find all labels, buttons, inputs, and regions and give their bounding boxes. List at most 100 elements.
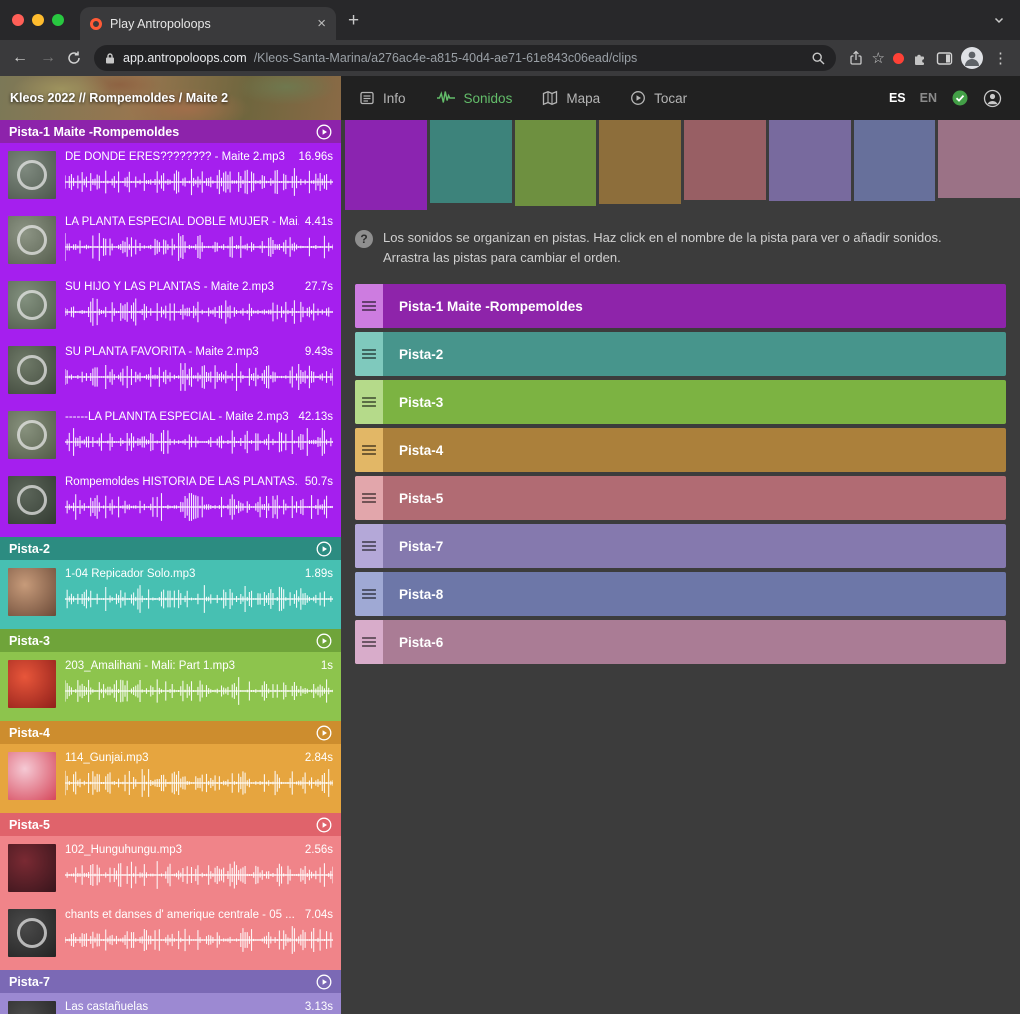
- close-window-button[interactable]: [12, 14, 24, 26]
- track-header[interactable]: Pista-1 Maite -Rompemoldes: [0, 120, 341, 143]
- clip-item[interactable]: chants et danses d' amerique centrale - …: [0, 901, 341, 966]
- tab-sonidos[interactable]: Sonidos: [436, 90, 513, 106]
- clip-item[interactable]: LA PLANTA ESPECIAL DOBLE MUJER - Mai... …: [0, 208, 341, 273]
- clip-item[interactable]: SU PLANTA FAVORITA - Maite 2.mp3 9.43s: [0, 338, 341, 403]
- extensions-puzzle-icon[interactable]: [912, 50, 928, 66]
- track-name: Pista-3: [9, 634, 316, 648]
- clip-main: Rompemoldes HISTORIA DE LAS PLANTAS... 5…: [65, 468, 333, 533]
- clip-item[interactable]: 102_Hunguhungu.mp3 2.56s: [0, 836, 341, 901]
- track-play-button[interactable]: [316, 124, 332, 140]
- track-play-button[interactable]: [316, 817, 332, 833]
- track-header[interactable]: Pista-5: [0, 813, 341, 836]
- tab-tocar-label: Tocar: [654, 91, 687, 106]
- address-bar[interactable]: app.antropoloops.com /Kleos-Santa-Marina…: [94, 45, 836, 71]
- zoom-window-button[interactable]: [52, 14, 64, 26]
- track-name: Pista-1 Maite -Rompemoldes: [9, 125, 316, 139]
- clip-thumbnail: [8, 752, 56, 800]
- clip-item[interactable]: ------LA PLANNTA ESPECIAL - Maite 2.mp3 …: [0, 403, 341, 468]
- profile-avatar[interactable]: [961, 47, 983, 69]
- track-row[interactable]: Pista-6: [355, 620, 1006, 664]
- lang-en-button[interactable]: EN: [920, 91, 937, 105]
- back-button[interactable]: ←: [10, 50, 30, 66]
- clip-item[interactable]: SU HIJO Y LAS PLANTAS - Maite 2.mp3 27.7…: [0, 273, 341, 338]
- drag-handle-icon[interactable]: [355, 572, 383, 616]
- browser-menu-icon[interactable]: ⋮: [991, 51, 1010, 66]
- clip-duration: 7.04s: [305, 908, 333, 923]
- track-play-button[interactable]: [316, 725, 332, 741]
- breadcrumb[interactable]: Kleos 2022 // Rompemoldes / Maite 2: [0, 76, 341, 120]
- clip-waveform: [65, 297, 333, 327]
- track-header[interactable]: Pista-7: [0, 970, 341, 993]
- drag-handle-icon[interactable]: [355, 476, 383, 520]
- share-icon[interactable]: [848, 50, 864, 66]
- clip-duration: 16.96s: [298, 150, 333, 165]
- reload-button[interactable]: [66, 50, 82, 66]
- minimize-window-button[interactable]: [32, 14, 44, 26]
- track-row[interactable]: Pista-8: [355, 572, 1006, 616]
- site-favicon-icon: [90, 18, 102, 30]
- sync-check-icon[interactable]: [951, 89, 969, 107]
- clip-item[interactable]: 1-04 Repicador Solo.mp3 1.89s: [0, 560, 341, 625]
- lang-es-button[interactable]: ES: [889, 91, 906, 105]
- clip-name: DE DONDE ERES???????? - Maite 2.mp3: [65, 150, 292, 165]
- track-row[interactable]: Pista-4: [355, 428, 1006, 472]
- clip-item[interactable]: Rompemoldes HISTORIA DE LAS PLANTAS... 5…: [0, 468, 341, 533]
- help-text: Los sonidos se organizan en pistas. Haz …: [383, 228, 981, 267]
- new-tab-button[interactable]: +: [348, 11, 359, 30]
- clip-item[interactable]: 114_Gunjai.mp3 2.84s: [0, 744, 341, 809]
- tab-info[interactable]: Info: [359, 90, 406, 106]
- help-note: ? Los sonidos se organizan en pistas. Ha…: [341, 212, 1001, 267]
- zoom-icon[interactable]: [811, 51, 826, 66]
- track-header[interactable]: Pista-3: [0, 629, 341, 652]
- track-clips: 1-04 Repicador Solo.mp3 1.89s: [0, 560, 341, 629]
- tab-close-icon[interactable]: ×: [317, 16, 326, 31]
- clip-item[interactable]: 203_Amalihani - Mali: Part 1.mp3 1s: [0, 652, 341, 717]
- track-header[interactable]: Pista-4: [0, 721, 341, 744]
- browser-tab[interactable]: Play Antropoloops ×: [80, 7, 336, 40]
- clip-thumbnail: [8, 346, 56, 394]
- track-row-name: Pista-1 Maite -Rompemoldes: [383, 284, 583, 328]
- track-row[interactable]: Pista-5: [355, 476, 1006, 520]
- bookmark-star-icon[interactable]: ☆: [872, 51, 885, 66]
- track-row[interactable]: Pista-7: [355, 524, 1006, 568]
- account-icon[interactable]: [983, 89, 1002, 108]
- track-play-button[interactable]: [316, 541, 332, 557]
- drag-handle-icon[interactable]: [355, 524, 383, 568]
- track-color-column: [769, 120, 851, 201]
- clip-name: SU PLANTA FAVORITA - Maite 2.mp3: [65, 345, 299, 360]
- side-panel-icon[interactable]: [936, 51, 953, 66]
- track-row[interactable]: Pista-3: [355, 380, 1006, 424]
- clip-main: ------LA PLANNTA ESPECIAL - Maite 2.mp3 …: [65, 403, 333, 468]
- drag-handle-icon[interactable]: [355, 332, 383, 376]
- track-row[interactable]: Pista-2: [355, 332, 1006, 376]
- track-name: Pista-2: [9, 542, 316, 556]
- drag-handle-icon[interactable]: [355, 428, 383, 472]
- clip-thumbnail: [8, 411, 56, 459]
- drag-handle-icon[interactable]: [355, 380, 383, 424]
- screen-recording-indicator[interactable]: [893, 53, 904, 64]
- drag-handle-icon[interactable]: [355, 620, 383, 664]
- track-row-name: Pista-7: [383, 524, 443, 568]
- clip-name: 102_Hunguhungu.mp3: [65, 843, 299, 858]
- drag-handle-icon[interactable]: [355, 284, 383, 328]
- tab-search-chevron-icon[interactable]: [992, 13, 1006, 27]
- track-header[interactable]: Pista-2: [0, 537, 341, 560]
- track-clips: DE DONDE ERES???????? - Maite 2.mp3 16.9…: [0, 143, 341, 537]
- track-clips: 102_Hunguhungu.mp3 2.56s chants et danse…: [0, 836, 341, 970]
- clip-item[interactable]: Las castañuelas 3.13s: [0, 993, 341, 1014]
- clip-item[interactable]: DE DONDE ERES???????? - Maite 2.mp3 16.9…: [0, 143, 341, 208]
- clip-waveform: [65, 768, 333, 798]
- tab-tocar[interactable]: Tocar: [630, 90, 687, 106]
- clip-duration: 3.13s: [305, 1000, 333, 1014]
- track-row-name: Pista-3: [383, 380, 443, 424]
- clip-waveform: [65, 676, 333, 706]
- tab-mapa[interactable]: Mapa: [542, 90, 600, 106]
- track-play-button[interactable]: [316, 974, 332, 990]
- track-section: Pista-7 Las castañuelas 3.13s: [0, 970, 341, 1014]
- track-play-button[interactable]: [316, 633, 332, 649]
- clip-waveform: [65, 167, 333, 197]
- tracks-list: Pista-1 Maite -Rompemoldes DE DONDE ERES…: [0, 120, 341, 1014]
- track-row[interactable]: Pista-1 Maite -Rompemoldes: [355, 284, 1006, 328]
- clip-duration: 2.56s: [305, 843, 333, 858]
- forward-button[interactable]: →: [38, 50, 58, 66]
